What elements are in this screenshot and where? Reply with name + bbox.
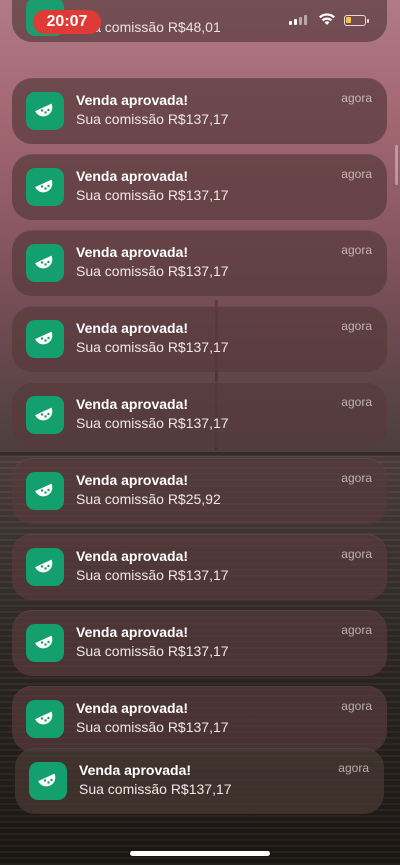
notification-body: Sua comissão R$137,17: [76, 415, 229, 431]
wifi-icon: [319, 13, 335, 25]
watermelon-icon: [26, 244, 64, 282]
notification-title: Venda aprovada!: [76, 92, 189, 108]
notification-body: Sua comissão R$137,17: [76, 567, 229, 583]
notification-title: Venda aprovada!: [79, 762, 192, 778]
notification-title: Venda aprovada!: [76, 320, 189, 336]
notification-time: agora: [341, 167, 372, 181]
notification-time: agora: [341, 699, 372, 713]
notification-card[interactable]: Venda aprovada! Sua comissão R$137,17 agor…: [15, 748, 384, 814]
notification-title: Venda aprovada!: [76, 472, 189, 488]
notification-card[interactable]: Venda aprovada! Sua comissão R$137,17 agor…: [12, 230, 387, 296]
notification-card[interactable]: Venda aprovada! Sua comissão R$25,92 agora: [12, 458, 387, 524]
notification-card[interactable]: Venda aprovada! Sua comissão R$137,17 agor…: [12, 686, 387, 752]
notification-title: Venda aprovada!: [76, 624, 189, 640]
notification-title: Venda aprovada!: [76, 700, 189, 716]
watermelon-icon: [26, 472, 64, 510]
watermelon-icon: [26, 548, 64, 586]
notification-time: agora: [341, 243, 372, 257]
notification-body: Sua comissão R$137,17: [76, 719, 229, 735]
notification-card[interactable]: Venda aprovada! Sua comissão R$137,17 agor…: [12, 610, 387, 676]
notification-time: agora: [338, 761, 369, 775]
notification-time: agora: [341, 319, 372, 333]
notification-title: Venda aprovada!: [76, 168, 189, 184]
status-bar: 20:07: [0, 0, 400, 44]
notification-body: Sua comissão R$137,17: [76, 187, 229, 203]
notification-body: Sua comissão R$137,17: [79, 781, 232, 797]
notification-body: Sua comissão R$25,92: [76, 491, 221, 507]
notification-body: Sua comissão R$137,17: [76, 263, 229, 279]
notification-body: Sua comissão R$137,17: [76, 339, 229, 355]
notification-title: Venda aprovada!: [76, 548, 189, 564]
watermelon-icon: [26, 396, 64, 434]
notification-time: agora: [341, 395, 372, 409]
watermelon-icon: [29, 762, 67, 800]
notification-card[interactable]: Venda aprovada! Sua comissão R$137,17 agor…: [12, 534, 387, 600]
notification-body: Sua comissão R$137,17: [76, 643, 229, 659]
notification-card[interactable]: Venda aprovada! Sua comissão R$137,17 agor…: [12, 78, 387, 144]
home-indicator[interactable]: [130, 851, 270, 856]
notification-card[interactable]: Venda aprovada! Sua comissão R$137,17 agor…: [12, 306, 387, 372]
battery-icon: [344, 15, 369, 26]
notification-card[interactable]: Venda aprovada! Sua comissão R$137,17 agor…: [12, 382, 387, 448]
scroll-indicator: [395, 145, 398, 185]
cellular-signal-icon: [289, 15, 307, 25]
notification-time: agora: [341, 471, 372, 485]
watermelon-icon: [26, 320, 64, 358]
notification-title: Venda aprovada!: [76, 396, 189, 412]
notification-time: agora: [341, 547, 372, 561]
notification-time: agora: [341, 91, 372, 105]
notification-time: agora: [341, 623, 372, 637]
watermelon-icon: [26, 700, 64, 738]
watermelon-icon: [26, 624, 64, 662]
notification-body: Sua comissão R$137,17: [76, 111, 229, 127]
status-time[interactable]: 20:07: [33, 10, 101, 34]
watermelon-icon: [26, 92, 64, 130]
notification-title: Venda aprovada!: [76, 244, 189, 260]
watermelon-icon: [26, 168, 64, 206]
notification-card[interactable]: Venda aprovada! Sua comissão R$137,17 agor…: [12, 154, 387, 220]
